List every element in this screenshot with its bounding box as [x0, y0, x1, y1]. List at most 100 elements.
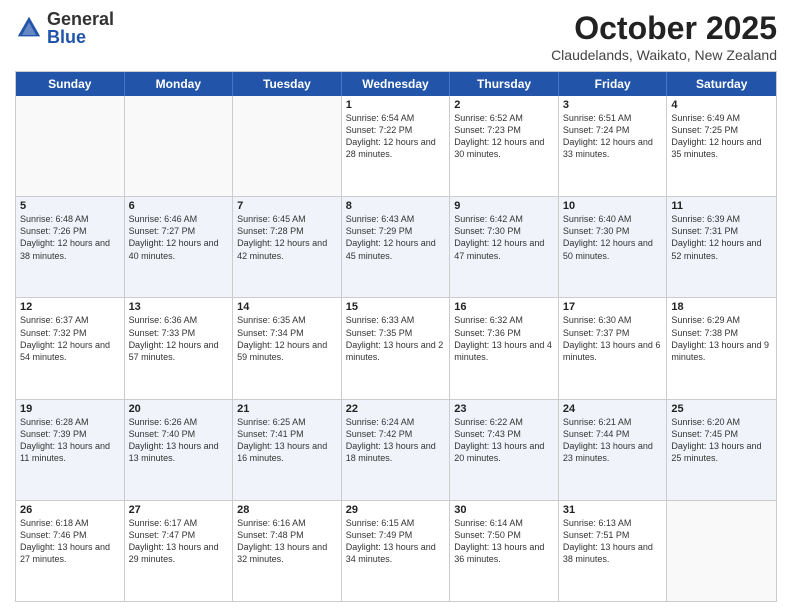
day-cell-12: 12Sunrise: 6:37 AM Sunset: 7:32 PM Dayli…: [16, 298, 125, 398]
day-info: Sunrise: 6:14 AM Sunset: 7:50 PM Dayligh…: [454, 517, 554, 566]
day-info: Sunrise: 6:33 AM Sunset: 7:35 PM Dayligh…: [346, 314, 446, 363]
day-info: Sunrise: 6:39 AM Sunset: 7:31 PM Dayligh…: [671, 213, 772, 262]
day-cell-31: 31Sunrise: 6:13 AM Sunset: 7:51 PM Dayli…: [559, 501, 668, 601]
day-cell-8: 8Sunrise: 6:43 AM Sunset: 7:29 PM Daylig…: [342, 197, 451, 297]
day-cell-24: 24Sunrise: 6:21 AM Sunset: 7:44 PM Dayli…: [559, 400, 668, 500]
day-number: 11: [671, 200, 772, 212]
calendar-row-3: 19Sunrise: 6:28 AM Sunset: 7:39 PM Dayli…: [16, 399, 776, 500]
weekday-header-tuesday: Tuesday: [233, 72, 342, 96]
day-number: 12: [20, 301, 120, 313]
day-number: 14: [237, 301, 337, 313]
day-cell-29: 29Sunrise: 6:15 AM Sunset: 7:49 PM Dayli…: [342, 501, 451, 601]
day-cell-10: 10Sunrise: 6:40 AM Sunset: 7:30 PM Dayli…: [559, 197, 668, 297]
day-info: Sunrise: 6:20 AM Sunset: 7:45 PM Dayligh…: [671, 416, 772, 465]
day-info: Sunrise: 6:22 AM Sunset: 7:43 PM Dayligh…: [454, 416, 554, 465]
day-number: 6: [129, 200, 229, 212]
day-cell-13: 13Sunrise: 6:36 AM Sunset: 7:33 PM Dayli…: [125, 298, 234, 398]
day-cell-22: 22Sunrise: 6:24 AM Sunset: 7:42 PM Dayli…: [342, 400, 451, 500]
empty-cell-0-1: [125, 96, 234, 196]
day-cell-16: 16Sunrise: 6:32 AM Sunset: 7:36 PM Dayli…: [450, 298, 559, 398]
day-number: 5: [20, 200, 120, 212]
weekday-header-monday: Monday: [125, 72, 234, 96]
title-block: October 2025 Claudelands, Waikato, New Z…: [551, 10, 777, 63]
empty-cell-0-0: [16, 96, 125, 196]
day-number: 31: [563, 504, 663, 516]
day-number: 23: [454, 403, 554, 415]
day-cell-9: 9Sunrise: 6:42 AM Sunset: 7:30 PM Daylig…: [450, 197, 559, 297]
day-info: Sunrise: 6:24 AM Sunset: 7:42 PM Dayligh…: [346, 416, 446, 465]
weekday-header-sunday: Sunday: [16, 72, 125, 96]
day-number: 8: [346, 200, 446, 212]
day-number: 22: [346, 403, 446, 415]
day-info: Sunrise: 6:35 AM Sunset: 7:34 PM Dayligh…: [237, 314, 337, 363]
day-info: Sunrise: 6:45 AM Sunset: 7:28 PM Dayligh…: [237, 213, 337, 262]
header: General Blue October 2025 Claudelands, W…: [15, 10, 777, 63]
weekday-header-saturday: Saturday: [667, 72, 776, 96]
day-number: 25: [671, 403, 772, 415]
day-info: Sunrise: 6:17 AM Sunset: 7:47 PM Dayligh…: [129, 517, 229, 566]
day-info: Sunrise: 6:51 AM Sunset: 7:24 PM Dayligh…: [563, 112, 663, 161]
day-number: 18: [671, 301, 772, 313]
day-cell-1: 1Sunrise: 6:54 AM Sunset: 7:22 PM Daylig…: [342, 96, 451, 196]
day-number: 26: [20, 504, 120, 516]
empty-cell-0-2: [233, 96, 342, 196]
calendar-header: SundayMondayTuesdayWednesdayThursdayFrid…: [16, 72, 776, 96]
day-number: 17: [563, 301, 663, 313]
page: General Blue October 2025 Claudelands, W…: [0, 0, 792, 612]
day-cell-3: 3Sunrise: 6:51 AM Sunset: 7:24 PM Daylig…: [559, 96, 668, 196]
day-info: Sunrise: 6:42 AM Sunset: 7:30 PM Dayligh…: [454, 213, 554, 262]
day-number: 24: [563, 403, 663, 415]
day-cell-14: 14Sunrise: 6:35 AM Sunset: 7:34 PM Dayli…: [233, 298, 342, 398]
day-number: 19: [20, 403, 120, 415]
day-info: Sunrise: 6:26 AM Sunset: 7:40 PM Dayligh…: [129, 416, 229, 465]
day-number: 27: [129, 504, 229, 516]
weekday-header-wednesday: Wednesday: [342, 72, 451, 96]
day-cell-18: 18Sunrise: 6:29 AM Sunset: 7:38 PM Dayli…: [667, 298, 776, 398]
day-number: 4: [671, 99, 772, 111]
day-info: Sunrise: 6:46 AM Sunset: 7:27 PM Dayligh…: [129, 213, 229, 262]
day-cell-27: 27Sunrise: 6:17 AM Sunset: 7:47 PM Dayli…: [125, 501, 234, 601]
day-number: 15: [346, 301, 446, 313]
day-number: 21: [237, 403, 337, 415]
day-number: 2: [454, 99, 554, 111]
empty-cell-4-6: [667, 501, 776, 601]
weekday-header-friday: Friday: [559, 72, 668, 96]
location: Claudelands, Waikato, New Zealand: [551, 47, 777, 63]
day-cell-17: 17Sunrise: 6:30 AM Sunset: 7:37 PM Dayli…: [559, 298, 668, 398]
day-number: 28: [237, 504, 337, 516]
day-cell-30: 30Sunrise: 6:14 AM Sunset: 7:50 PM Dayli…: [450, 501, 559, 601]
calendar-body: 1Sunrise: 6:54 AM Sunset: 7:22 PM Daylig…: [16, 96, 776, 601]
day-cell-11: 11Sunrise: 6:39 AM Sunset: 7:31 PM Dayli…: [667, 197, 776, 297]
day-number: 1: [346, 99, 446, 111]
weekday-header-thursday: Thursday: [450, 72, 559, 96]
day-number: 7: [237, 200, 337, 212]
logo: General Blue: [15, 10, 114, 46]
day-info: Sunrise: 6:48 AM Sunset: 7:26 PM Dayligh…: [20, 213, 120, 262]
day-info: Sunrise: 6:18 AM Sunset: 7:46 PM Dayligh…: [20, 517, 120, 566]
day-info: Sunrise: 6:36 AM Sunset: 7:33 PM Dayligh…: [129, 314, 229, 363]
day-cell-7: 7Sunrise: 6:45 AM Sunset: 7:28 PM Daylig…: [233, 197, 342, 297]
day-info: Sunrise: 6:21 AM Sunset: 7:44 PM Dayligh…: [563, 416, 663, 465]
day-cell-15: 15Sunrise: 6:33 AM Sunset: 7:35 PM Dayli…: [342, 298, 451, 398]
day-info: Sunrise: 6:13 AM Sunset: 7:51 PM Dayligh…: [563, 517, 663, 566]
day-cell-23: 23Sunrise: 6:22 AM Sunset: 7:43 PM Dayli…: [450, 400, 559, 500]
calendar-row-4: 26Sunrise: 6:18 AM Sunset: 7:46 PM Dayli…: [16, 500, 776, 601]
day-info: Sunrise: 6:32 AM Sunset: 7:36 PM Dayligh…: [454, 314, 554, 363]
calendar-row-1: 5Sunrise: 6:48 AM Sunset: 7:26 PM Daylig…: [16, 196, 776, 297]
day-cell-28: 28Sunrise: 6:16 AM Sunset: 7:48 PM Dayli…: [233, 501, 342, 601]
day-info: Sunrise: 6:15 AM Sunset: 7:49 PM Dayligh…: [346, 517, 446, 566]
day-info: Sunrise: 6:30 AM Sunset: 7:37 PM Dayligh…: [563, 314, 663, 363]
day-info: Sunrise: 6:37 AM Sunset: 7:32 PM Dayligh…: [20, 314, 120, 363]
day-cell-5: 5Sunrise: 6:48 AM Sunset: 7:26 PM Daylig…: [16, 197, 125, 297]
day-cell-4: 4Sunrise: 6:49 AM Sunset: 7:25 PM Daylig…: [667, 96, 776, 196]
day-cell-19: 19Sunrise: 6:28 AM Sunset: 7:39 PM Dayli…: [16, 400, 125, 500]
day-cell-6: 6Sunrise: 6:46 AM Sunset: 7:27 PM Daylig…: [125, 197, 234, 297]
day-number: 10: [563, 200, 663, 212]
day-cell-21: 21Sunrise: 6:25 AM Sunset: 7:41 PM Dayli…: [233, 400, 342, 500]
calendar-row-0: 1Sunrise: 6:54 AM Sunset: 7:22 PM Daylig…: [16, 96, 776, 196]
day-info: Sunrise: 6:43 AM Sunset: 7:29 PM Dayligh…: [346, 213, 446, 262]
day-cell-20: 20Sunrise: 6:26 AM Sunset: 7:40 PM Dayli…: [125, 400, 234, 500]
day-info: Sunrise: 6:25 AM Sunset: 7:41 PM Dayligh…: [237, 416, 337, 465]
day-number: 20: [129, 403, 229, 415]
day-info: Sunrise: 6:49 AM Sunset: 7:25 PM Dayligh…: [671, 112, 772, 161]
